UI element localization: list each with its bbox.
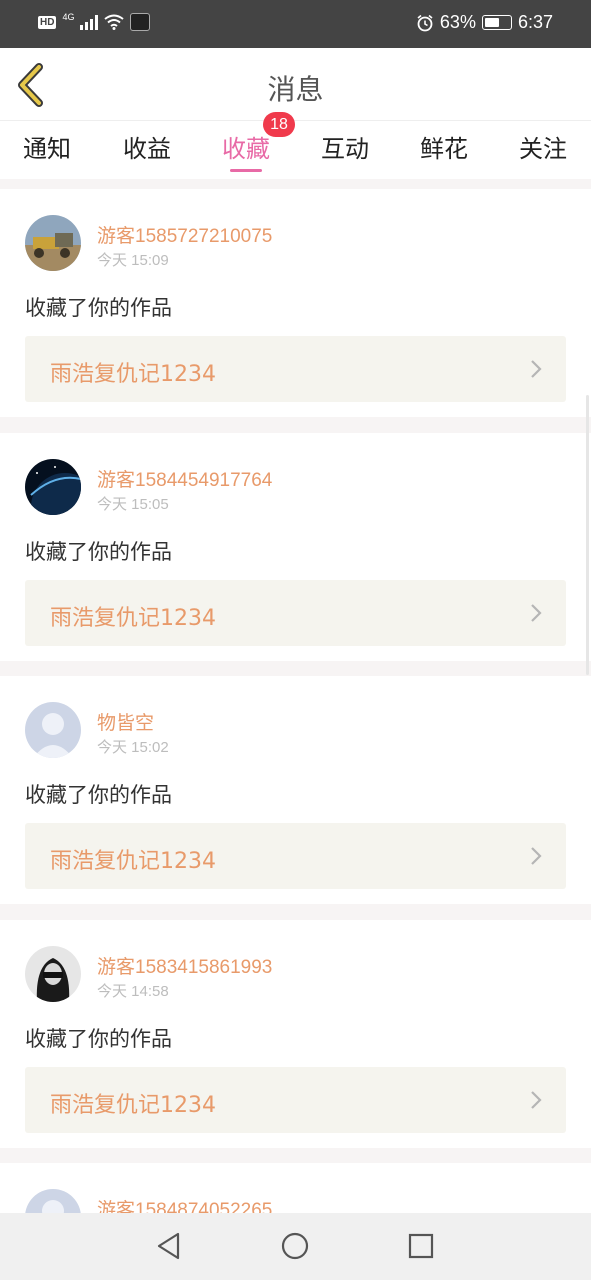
tab-notifications[interactable]: 通知: [7, 129, 87, 164]
scrollbar[interactable]: [586, 395, 589, 675]
work-link[interactable]: 雨浩复仇记1234: [25, 1067, 566, 1133]
avatar[interactable]: [25, 215, 81, 271]
chevron-right-icon: [531, 360, 542, 378]
chevron-right-icon: [531, 604, 542, 622]
username[interactable]: 游客1583415861993: [97, 952, 272, 979]
tab-earnings[interactable]: 收益: [107, 129, 187, 164]
signal-icon: [80, 14, 99, 30]
alarm-icon: [417, 14, 433, 31]
tab-badge-count: 18: [263, 112, 295, 137]
avatar[interactable]: [25, 459, 81, 515]
work-title: 雨浩复仇记1234: [50, 606, 216, 631]
chevron-right-icon: [531, 1091, 542, 1109]
tab-label: 通知: [23, 135, 71, 163]
work-link[interactable]: 雨浩复仇记1234: [25, 580, 566, 646]
tab-label: 收藏: [222, 135, 270, 163]
wifi-icon: [104, 14, 125, 30]
home-circle-icon[interactable]: [280, 1231, 310, 1261]
app-header: 消息: [0, 48, 591, 121]
avatar[interactable]: [25, 702, 81, 758]
tab-label: 互动: [321, 135, 369, 163]
message-card: 游客1584454917764 今天 15:05 收藏了你的作品 雨浩复仇记12…: [0, 433, 591, 661]
work-title: 雨浩复仇记1234: [50, 1093, 216, 1118]
tab-following[interactable]: 关注: [503, 129, 583, 164]
username[interactable]: 物皆空: [97, 708, 154, 735]
back-triangle-icon[interactable]: [154, 1231, 184, 1261]
avatar[interactable]: [25, 946, 81, 1002]
battery-icon: [481, 15, 512, 30]
timestamp: 今天 15:05: [97, 496, 169, 513]
timestamp: 今天 15:02: [97, 739, 169, 756]
tab-label: 收益: [123, 135, 171, 163]
tab-flowers[interactable]: 鲜花: [404, 129, 484, 164]
status-bar: HD 4G 63% 6:37: [0, 0, 591, 48]
system-nav-bar: [0, 1213, 591, 1280]
clock: 6:37: [517, 12, 553, 32]
chevron-right-icon: [531, 847, 542, 865]
username[interactable]: 游客1585727210075: [97, 221, 272, 248]
active-tab-indicator: [230, 169, 262, 172]
status-right: 63% 6:37: [416, 12, 553, 33]
hd-badge: HD: [38, 15, 57, 29]
tab-bar: 通知 收益 收藏 互动 鲜花 关注: [0, 121, 591, 179]
network-type: 4G: [62, 12, 75, 22]
username[interactable]: 游客1584454917764: [97, 465, 272, 492]
app-notification-icon: [130, 13, 151, 31]
page-title: 消息: [267, 73, 324, 106]
battery-level: [484, 18, 500, 27]
work-title: 雨浩复仇记1234: [50, 849, 216, 874]
action-text: 收藏了你的作品: [25, 540, 172, 564]
message-card: 物皆空 今天 15:02 收藏了你的作品 雨浩复仇记1234: [0, 676, 591, 904]
battery-percent: 63%: [439, 12, 476, 32]
work-title: 雨浩复仇记1234: [50, 362, 216, 387]
action-text: 收藏了你的作品: [25, 1027, 172, 1051]
timestamp: 今天 15:09: [97, 252, 169, 269]
tab-label: 关注: [519, 135, 567, 163]
action-text: 收藏了你的作品: [25, 296, 172, 320]
tab-interactions[interactable]: 互动: [305, 129, 385, 164]
action-text: 收藏了你的作品: [25, 783, 172, 807]
work-link[interactable]: 雨浩复仇记1234: [25, 823, 566, 889]
message-card: 游客1583415861993 今天 14:58 收藏了你的作品 雨浩复仇记12…: [0, 920, 591, 1148]
work-link[interactable]: 雨浩复仇记1234: [25, 336, 566, 402]
timestamp: 今天 14:58: [97, 983, 169, 1000]
recents-square-icon[interactable]: [406, 1231, 436, 1261]
message-card: 游客1585727210075 今天 15:09 收藏了你的作品 雨浩复仇记12…: [0, 189, 591, 417]
tab-label: 鲜花: [420, 135, 468, 163]
status-left: HD 4G: [38, 12, 151, 31]
